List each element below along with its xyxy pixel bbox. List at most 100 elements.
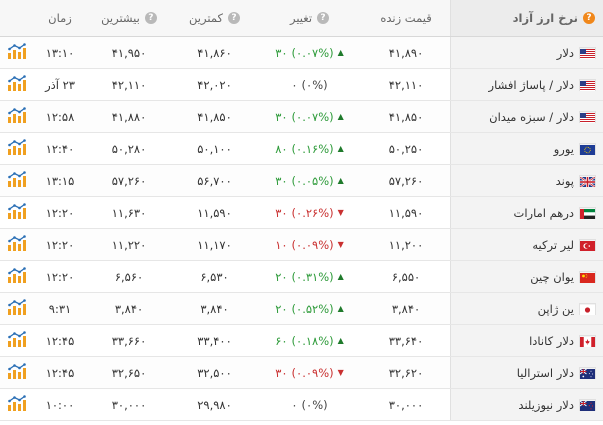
change-group: ▲ (۰.۳۱%) ۲۰ xyxy=(275,270,344,284)
change-group: ▲ (۰.۰۵%) ۳۰ xyxy=(275,174,344,188)
table-row[interactable]: دلار نیوزیلند ۳۰,۰۰۰ (۰%) ۰ ۲۹,۹۸۰ ۳۰,۰۰… xyxy=(0,389,603,421)
change-amount: ۶۰ xyxy=(275,333,288,348)
high-price: ۴۲,۱۱۰ xyxy=(111,77,147,92)
update-time: ۲۳ آذر xyxy=(45,77,75,92)
help-icon[interactable]: ? xyxy=(144,12,157,24)
currency-name-cell: لیر ترکیه xyxy=(450,229,603,260)
low-price: ۳۳,۴۰۰ xyxy=(197,333,232,348)
change-percent: (۰%) xyxy=(301,77,328,92)
chart-icon[interactable] xyxy=(7,139,27,158)
high-cell: ۱۱,۲۲۰ xyxy=(86,229,172,260)
help-icon[interactable]: ? xyxy=(227,12,240,24)
live-price-cell: ۳۳,۶۴۰ xyxy=(362,325,450,356)
currency-name[interactable]: لیر ترکیه xyxy=(532,238,574,252)
change-group: ▲ (۰.۵۲%) ۲۰ xyxy=(275,302,344,316)
high-cell: ۵۷,۲۶۰ xyxy=(86,165,172,196)
table-row[interactable]: دلار / سبزه میدان ۴۱,۸۵۰ ▲ (۰.۰۷%) ۳۰ ۴۱… xyxy=(0,101,603,133)
change-amount: ۰ xyxy=(291,77,298,92)
table-row[interactable]: دلار ۴۱,۸۹۰ ▲ (۰.۰۷%) ۳۰ ۴۱,۸۶۰ ۴۱,۹۵۰ ۱… xyxy=(0,37,603,69)
chart-icon[interactable] xyxy=(7,363,27,382)
currency-name[interactable]: دلار نیوزیلند xyxy=(518,398,574,412)
chart-icon[interactable] xyxy=(7,331,27,350)
chart-icon[interactable] xyxy=(7,75,27,94)
low-cell: ۵۰,۱۰۰ xyxy=(172,133,257,164)
table-row[interactable]: ین ژاپن ۳,۸۴۰ ▲ (۰.۵۲%) ۲۰ ۳,۸۴۰ ۳,۸۴۰ ۹… xyxy=(0,293,603,325)
table-row[interactable]: لیر ترکیه ۱۱,۲۰۰ ▼ (۰.۰۹%) ۱۰ ۱۱,۱۷۰ ۱۱,… xyxy=(0,229,603,261)
low-price: ۲۹,۹۸۰ xyxy=(197,397,232,412)
currency-name[interactable]: دلار / سبزه میدان xyxy=(489,110,574,124)
currency-name[interactable]: پوند xyxy=(556,174,574,188)
time-cell: ۱۰:۰۰ xyxy=(34,389,86,420)
high-price: ۴۱,۸۸۰ xyxy=(111,109,147,124)
currency-name-cell: دلار استرالیا xyxy=(450,357,603,388)
currency-name[interactable]: ین ژاپن xyxy=(538,302,574,316)
live-price: ۳۲,۶۲۰ xyxy=(388,365,424,380)
arrow-icon: ▼ xyxy=(337,208,344,217)
table-row[interactable]: دلار / پاساژ افشار ۴۲,۱۱۰ (۰%) ۰ ۴۲,۰۲۰ … xyxy=(0,69,603,101)
currency-name-cell: دلار xyxy=(450,37,603,68)
chart-cell xyxy=(0,133,34,164)
chart-icon[interactable] xyxy=(7,171,27,190)
header-name-cell: ? نرخ ارز آزاد xyxy=(450,0,603,36)
low-price: ۵۶,۷۰۰ xyxy=(197,173,232,188)
change-amount: ۳۰ xyxy=(275,173,288,188)
currency-name[interactable]: دلار کانادا xyxy=(529,334,574,348)
help-icon[interactable]: ? xyxy=(317,12,330,24)
low-cell: ۶,۵۳۰ xyxy=(172,261,257,292)
chart-icon[interactable] xyxy=(7,395,27,414)
header-change-group: ? تغییر xyxy=(290,11,330,25)
live-price: ۶,۵۵۰ xyxy=(391,269,421,284)
help-icon[interactable]: ? xyxy=(583,12,595,24)
header-low-cell: ? کمترین xyxy=(172,0,257,36)
time-cell: ۹:۳۱ xyxy=(34,293,86,324)
live-price-cell: ۳۰,۰۰۰ xyxy=(362,389,450,420)
chart-cell xyxy=(0,69,34,100)
chart-icon[interactable] xyxy=(7,107,27,126)
currency-name-cell: ین ژاپن xyxy=(450,293,603,324)
table-row[interactable]: یورو ۵۰,۲۵۰ ▲ (۰.۱۶%) ۸۰ ۵۰,۱۰۰ ۵۰,۲۸۰ ۱… xyxy=(0,133,603,165)
chart-icon[interactable] xyxy=(7,203,27,222)
currency-name[interactable]: دلار استرالیا xyxy=(517,366,574,380)
currency-name[interactable]: یوان چین xyxy=(530,270,574,284)
high-price: ۴۱,۹۵۰ xyxy=(111,45,147,60)
change-cell: ▲ (۰.۳۱%) ۲۰ xyxy=(257,261,362,292)
flag-icon xyxy=(579,175,596,188)
high-price: ۳۲,۶۵۰ xyxy=(111,365,147,380)
live-price: ۳۰,۰۰۰ xyxy=(388,397,424,412)
table-body: دلار ۴۱,۸۹۰ ▲ (۰.۰۷%) ۳۰ ۴۱,۸۶۰ ۴۱,۹۵۰ ۱… xyxy=(0,37,603,421)
table-header: ? نرخ ارز آزاد قیمت زنده ? تغییر ? کمتری… xyxy=(0,0,603,37)
table-row[interactable]: یوان چین ۶,۵۵۰ ▲ (۰.۳۱%) ۲۰ ۶,۵۳۰ ۶,۵۶۰ … xyxy=(0,261,603,293)
currency-name-cell: درهم امارات xyxy=(450,197,603,228)
update-time: ۹:۳۱ xyxy=(48,301,72,316)
change-group: ▲ (۰.۱۸%) ۶۰ xyxy=(275,334,344,348)
chart-cell xyxy=(0,101,34,132)
currency-name[interactable]: دلار xyxy=(557,46,574,60)
chart-icon[interactable] xyxy=(7,43,27,62)
low-price: ۶,۵۳۰ xyxy=(200,269,229,284)
table-row[interactable]: درهم امارات ۱۱,۵۹۰ ▼ (۰.۲۶%) ۳۰ ۱۱,۵۹۰ ۱… xyxy=(0,197,603,229)
chart-icon[interactable] xyxy=(7,299,27,318)
change-amount: ۱۰ xyxy=(275,237,288,252)
header-time-cell: زمان xyxy=(34,0,86,36)
currency-name[interactable]: درهم امارات xyxy=(514,206,574,220)
high-cell: ۳,۸۴۰ xyxy=(86,293,172,324)
high-cell: ۳۲,۶۵۰ xyxy=(86,357,172,388)
flag-icon xyxy=(580,208,595,219)
currency-name[interactable]: دلار / پاساژ افشار xyxy=(489,78,574,92)
table-row[interactable]: دلار کانادا ۳۳,۶۴۰ ▲ (۰.۱۸%) ۶۰ ۳۳,۴۰۰ ۳… xyxy=(0,325,603,357)
table-row[interactable]: دلار استرالیا ۳۲,۶۲۰ ▼ (۰.۰۹%) ۳۰ ۳۲,۵۰۰… xyxy=(0,357,603,389)
change-percent: (۰.۲۶%) xyxy=(291,205,334,220)
live-price-cell: ۴۱,۸۵۰ xyxy=(362,101,450,132)
currency-name[interactable]: یورو xyxy=(554,142,574,156)
chart-icon[interactable] xyxy=(7,267,27,286)
arrow-icon: ▲ xyxy=(337,336,344,345)
update-time: ۱۳:۱۰ xyxy=(45,45,75,60)
chart-icon[interactable] xyxy=(7,235,27,254)
chart-cell xyxy=(0,165,34,196)
change-cell: ▲ (۰.۰۷%) ۳۰ xyxy=(257,37,362,68)
high-price: ۵۰,۲۸۰ xyxy=(111,141,147,156)
low-cell: ۳۳,۴۰۰ xyxy=(172,325,257,356)
currency-name-cell: یوان چین xyxy=(450,261,603,292)
table-row[interactable]: پوند ۵۷,۲۶۰ ▲ (۰.۰۵%) ۳۰ ۵۶,۷۰۰ ۵۷,۲۶۰ ۱… xyxy=(0,165,603,197)
high-cell: ۱۱,۶۳۰ xyxy=(86,197,172,228)
